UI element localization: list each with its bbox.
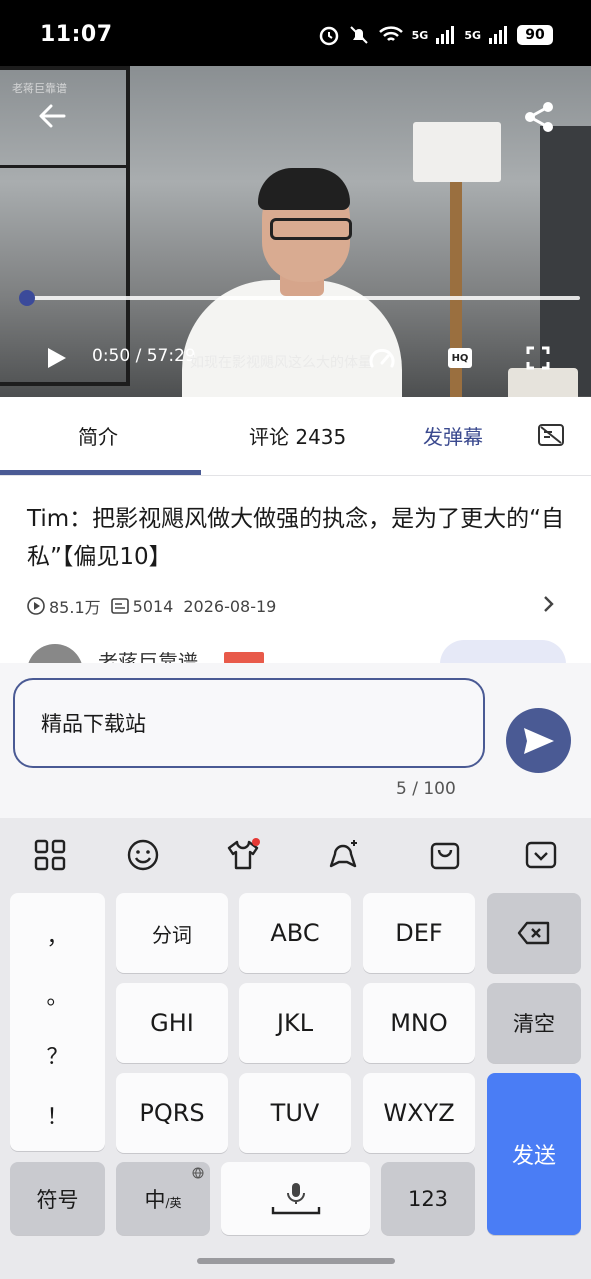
tab-comments[interactable]: 评论 2435 <box>249 421 346 450</box>
system-icons: 5G 5G 90 <box>318 24 553 46</box>
key-ghi[interactable]: GHI <box>116 983 228 1063</box>
ime-keyboard: ， 。 ？ ！ 分词 ABC DEF GHI JKL MNO 清空 PQRS T… <box>0 818 591 1279</box>
video-frame-person-hair <box>258 168 350 210</box>
detail-tabs: 简介 评论 2435 发弹幕 <box>0 397 591 476</box>
follow-button[interactable] <box>440 640 566 664</box>
hq-quality-icon[interactable]: HQ <box>448 348 472 368</box>
key-segment[interactable]: 分词 <box>116 893 228 973</box>
active-tab-indicator <box>0 470 201 475</box>
key-wxyz[interactable]: WXYZ <box>363 1073 475 1153</box>
signal-label-2: 5G <box>464 28 481 42</box>
key-mno[interactable]: MNO <box>363 983 475 1063</box>
signal-bars-icon <box>489 26 507 44</box>
comment-input-sheet: 精品下载站 5 / 100 <box>0 663 591 818</box>
clear-key[interactable]: 清空 <box>487 983 581 1063</box>
space-key[interactable] <box>221 1162 370 1235</box>
backspace-key[interactable] <box>487 893 581 973</box>
collapse-keyboard-icon[interactable] <box>524 838 558 872</box>
key-period[interactable]: 。 <box>10 979 105 1011</box>
send-danmaku-button[interactable]: 发弹幕 <box>423 421 483 450</box>
send-key[interactable]: 发送 <box>487 1073 581 1235</box>
home-indicator[interactable] <box>197 1258 395 1264</box>
danmaku-toggle-icon[interactable] <box>537 423 565 447</box>
alarm-icon <box>319 26 338 46</box>
game-icon[interactable] <box>326 838 360 872</box>
publish-date: 2026-08-19 <box>183 596 277 616</box>
speed-gauge-icon[interactable] <box>368 346 396 370</box>
symbols-key[interactable]: 符号 <box>10 1162 105 1235</box>
language-switch-key[interactable]: 中/英 <box>116 1162 210 1235</box>
back-arrow-icon[interactable] <box>36 100 68 132</box>
playback-time: 0:50 / 57:29 <box>92 346 196 366</box>
bag-icon[interactable] <box>428 838 462 872</box>
video-watermark: 老蒋巨靠谱 <box>12 82 67 95</box>
grid-icon[interactable] <box>33 838 67 872</box>
video-frame-lamp <box>413 122 501 182</box>
wifi-icon <box>378 26 403 41</box>
emoji-icon[interactable] <box>126 838 160 872</box>
video-frame-glasses <box>270 218 352 240</box>
key-def[interactable]: DEF <box>363 893 475 973</box>
numbers-key[interactable]: 123 <box>381 1162 475 1235</box>
danmaku-count-icon <box>110 598 129 614</box>
key-abc[interactable]: ABC <box>239 893 351 973</box>
tab-intro[interactable]: 简介 <box>78 421 118 450</box>
key-pqrs[interactable]: PQRS <box>116 1073 228 1153</box>
character-counter: 5 / 100 <box>396 779 456 799</box>
clock: 11:07 <box>40 22 113 47</box>
key-comma[interactable]: ， <box>10 919 105 951</box>
shirt-icon[interactable] <box>226 838 260 872</box>
fullscreen-icon[interactable] <box>526 346 550 370</box>
comment-input[interactable]: 精品下载站 <box>13 678 485 768</box>
author-name[interactable]: 老蒋巨靠谱 <box>98 646 198 664</box>
key-question[interactable]: ？ <box>10 1039 105 1071</box>
video-subtitle: 如现在影视飓风这么大的体量 <box>190 355 372 371</box>
send-icon <box>523 727 554 754</box>
key-exclamation[interactable]: ！ <box>10 1099 105 1131</box>
chevron-right-icon[interactable] <box>540 594 556 614</box>
video-player[interactable]: 老蒋巨靠谱 0:50 / 57:29 如现在影视飓风这么大的体量 HQ <box>0 66 591 397</box>
globe-icon <box>192 1167 204 1179</box>
send-comment-button[interactable] <box>506 708 571 773</box>
video-meta: 85.1万 5014 2026-08-19 <box>27 594 276 618</box>
battery-indicator: 90 <box>517 25 553 45</box>
progress-bar[interactable] <box>20 296 580 300</box>
status-bar: 11:07 5G 5G 90 <box>0 0 591 66</box>
signal-label-1: 5G <box>411 28 429 42</box>
mute-bell-icon <box>349 26 368 44</box>
key-tuv[interactable]: TUV <box>239 1073 351 1153</box>
views-stat: 85.1万 <box>27 594 101 618</box>
share-icon[interactable] <box>522 100 556 134</box>
key-jkl[interactable]: JKL <box>239 983 351 1063</box>
language-main-label: 中 <box>144 1187 166 1212</box>
danmaku-count: 5014 <box>132 596 174 616</box>
video-title: Tim：把影视飓风做大做强的执念，是为了更大的“自私”【偏见10】 <box>27 506 565 570</box>
language-sub-label: /英 <box>165 1196 182 1210</box>
views-count: 85.1万 <box>49 598 101 617</box>
play-count-icon <box>27 597 45 615</box>
backspace-icon <box>517 921 550 945</box>
danmaku-stat: 5014 <box>110 596 174 616</box>
punctuation-column[interactable]: ， 。 ？ ！ <box>10 893 105 1151</box>
signal-bars-icon <box>436 26 455 44</box>
play-icon[interactable] <box>44 346 68 370</box>
microphone-icon <box>271 1182 320 1214</box>
video-frame-basket <box>508 368 578 397</box>
